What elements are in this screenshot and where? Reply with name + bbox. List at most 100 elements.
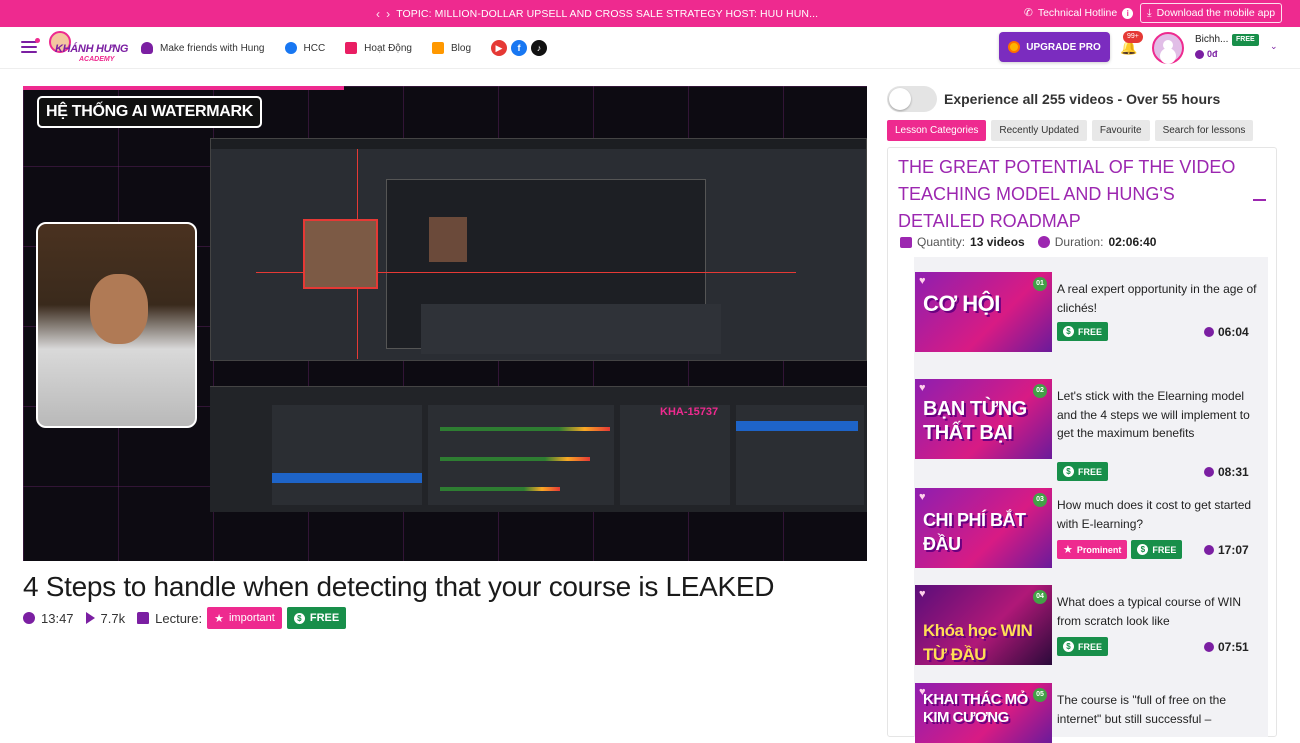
academy-logo[interactable]: KHÁNH HƯNG ACADEMY bbox=[45, 29, 129, 67]
clock-icon bbox=[1037, 236, 1050, 248]
lecturer-icon bbox=[137, 612, 150, 624]
tab-favourite[interactable]: Favourite bbox=[1091, 120, 1150, 141]
lesson-title[interactable]: How much does it cost to get started wit… bbox=[1057, 496, 1257, 533]
lesson-item[interactable]: ♥ CƠ HỘI 01 A real expert opportunity in… bbox=[915, 272, 1268, 354]
main-nav: Make friends with Hung HCC Hoạt Động Blo… bbox=[141, 40, 547, 56]
notification-count: 99+ bbox=[1123, 31, 1143, 43]
topic-text[interactable]: TOPIC: MILLION-DOLLAR UPSELL AND CROSS S… bbox=[396, 8, 818, 20]
tab-recently-updated[interactable]: Recently Updated bbox=[991, 120, 1087, 141]
video-stack-icon bbox=[900, 236, 912, 248]
video-presenter-camera bbox=[36, 222, 197, 428]
lesson-thumbnail[interactable]: ♥ CHI PHÍ BẮT ĐẦU 03 bbox=[915, 488, 1052, 568]
dollar-icon: $ bbox=[1063, 641, 1074, 652]
clock-icon bbox=[1204, 327, 1214, 337]
star-icon: ★ bbox=[1063, 544, 1073, 556]
avatar[interactable] bbox=[1152, 32, 1184, 64]
chevron-down-icon[interactable]: ⌄ bbox=[1270, 41, 1278, 52]
youtube-icon[interactable]: ▶ bbox=[491, 40, 507, 56]
download-icon: ⤓ bbox=[1147, 6, 1152, 19]
nav-make-friends[interactable]: Make friends with Hung bbox=[141, 42, 265, 54]
experience-toggle[interactable] bbox=[887, 86, 937, 112]
announcement-bar: ‹ › TOPIC: MILLION-DOLLAR UPSELL AND CRO… bbox=[0, 0, 1300, 27]
lesson-item[interactable]: ♥ KHAI THÁC MỎ KIM CƯƠNG 05 The course i… bbox=[915, 683, 1268, 743]
wallet-icon bbox=[1195, 49, 1204, 59]
tiktok-icon[interactable]: ♪ bbox=[531, 40, 547, 56]
lesson-category-panel: THE GREAT POTENTIAL OF THE VIDEO TEACHIN… bbox=[887, 147, 1277, 743]
dollar-icon: $ bbox=[1063, 326, 1074, 337]
play-icon bbox=[85, 612, 95, 624]
nav-blog[interactable]: Blog bbox=[431, 42, 471, 54]
lesson-thumbnail[interactable]: ♥ BẠN TỪNG THẤT BẠI 02 bbox=[915, 379, 1052, 459]
lesson-item[interactable]: ♥ BẠN TỪNG THẤT BẠI 02 Let's stick with … bbox=[915, 379, 1268, 481]
lesson-title[interactable]: Let's stick with the Elearning model and… bbox=[1057, 387, 1257, 443]
lesson-duration: 06:04 bbox=[1204, 325, 1249, 339]
free-badge: $ FREE bbox=[1057, 322, 1109, 341]
important-tag: ★ important bbox=[207, 607, 282, 629]
menu-icon[interactable] bbox=[21, 38, 40, 56]
video-watermark-code: KHA-15737 bbox=[660, 406, 719, 418]
experience-label: Experience all 255 videos - Over 55 hour… bbox=[944, 91, 1221, 107]
video-watermark-title: HỆ THỐNG AI WATERMARK bbox=[37, 96, 263, 128]
blog-icon bbox=[431, 42, 444, 54]
lesson-tabs: Lesson Categories Recently Updated Favou… bbox=[887, 120, 1254, 141]
nav-hcc[interactable]: HCC bbox=[284, 42, 325, 54]
star-icon: ★ bbox=[214, 612, 224, 625]
category-title[interactable]: THE GREAT POTENTIAL OF THE VIDEO TEACHIN… bbox=[898, 154, 1238, 235]
lesson-duration: 17:07 bbox=[1204, 543, 1249, 557]
free-badge: $ FREE bbox=[1131, 540, 1183, 559]
user-icon bbox=[141, 42, 153, 54]
hotline-label: Technical Hotline bbox=[1037, 7, 1118, 19]
lesson-thumbnail[interactable]: ♥ KHAI THÁC MỎ KIM CƯƠNG 05 bbox=[915, 683, 1052, 743]
upgrade-pro-button[interactable]: UPGRADE PRO bbox=[999, 32, 1110, 62]
coin-icon bbox=[1008, 41, 1021, 53]
heart-icon: ♥ bbox=[919, 588, 926, 600]
social-links: ▶ f ♪ bbox=[491, 40, 547, 56]
lesson-item[interactable]: ♥ CHI PHÍ BẮT ĐẦU 03 How much does it co… bbox=[915, 488, 1268, 570]
heart-icon: ♥ bbox=[919, 275, 926, 287]
free-badge: $ FREE bbox=[1057, 462, 1109, 481]
clock-icon bbox=[1204, 467, 1214, 477]
lesson-item[interactable]: ♥ Khóa học WIN TỪ ĐẦU 04 What does a typ… bbox=[915, 585, 1268, 667]
free-badge: $ FREE bbox=[1057, 637, 1109, 656]
download-label: Download the mobile app bbox=[1156, 7, 1276, 19]
nav-hoat-dong[interactable]: Hoạt Động bbox=[345, 42, 412, 54]
header: KHÁNH HƯNG ACADEMY Make friends with Hun… bbox=[0, 27, 1300, 69]
video-duration: 13:47 bbox=[41, 610, 74, 626]
lesson-title[interactable]: The course is "full of free on the inter… bbox=[1057, 691, 1257, 728]
lecture-label: Lecture: bbox=[155, 610, 203, 626]
chevron-right-icon[interactable]: › bbox=[386, 7, 390, 21]
lesson-title[interactable]: What does a typical course of WIN from s… bbox=[1057, 593, 1257, 630]
lesson-thumbnail[interactable]: ♥ CƠ HỘI 01 bbox=[915, 272, 1052, 352]
plan-badge: FREE bbox=[1232, 34, 1259, 46]
lesson-list: ♥ CƠ HỘI 01 A real expert opportunity in… bbox=[914, 257, 1268, 743]
video-meta: 13:47 7.7k Lecture: ★ important $ FREE bbox=[23, 607, 347, 629]
clock-icon bbox=[1204, 545, 1214, 555]
username[interactable]: Bichh... bbox=[1195, 34, 1228, 45]
topic-ticker[interactable]: ‹ › TOPIC: MILLION-DOLLAR UPSELL AND CRO… bbox=[376, 7, 818, 21]
technical-hotline[interactable]: ✆ Technical Hotline i bbox=[1024, 7, 1134, 19]
facebook-icon[interactable]: f bbox=[511, 40, 527, 56]
lesson-title[interactable]: A real expert opportunity in the age of … bbox=[1057, 280, 1257, 317]
tab-lesson-categories[interactable]: Lesson Categories bbox=[887, 120, 987, 141]
activity-icon bbox=[345, 42, 358, 54]
chevron-left-icon[interactable]: ‹ bbox=[376, 7, 380, 21]
video-player[interactable]: HỆ THỐNG AI WATERMARK KHA-15737 bbox=[23, 86, 867, 561]
video-obs-panel bbox=[210, 386, 867, 512]
facebook-icon bbox=[284, 42, 297, 54]
download-app-button[interactable]: ⤓ Download the mobile app bbox=[1140, 3, 1283, 23]
dollar-icon: $ bbox=[1063, 466, 1074, 477]
video-views: 7.7k bbox=[100, 610, 126, 626]
category-meta: Quantity: 13 videos Duration: 02:06:40 bbox=[900, 235, 1156, 249]
free-tag: $ FREE bbox=[286, 607, 347, 629]
heart-icon: ♥ bbox=[919, 491, 926, 503]
tab-search-lessons[interactable]: Search for lessons bbox=[1154, 120, 1254, 141]
video-progress-bar[interactable] bbox=[23, 86, 344, 90]
balance: 0đ bbox=[1195, 49, 1218, 59]
heart-icon: ♥ bbox=[919, 382, 926, 394]
dollar-icon: $ bbox=[293, 612, 305, 624]
lesson-thumbnail[interactable]: ♥ Khóa học WIN TỪ ĐẦU 04 bbox=[915, 585, 1052, 665]
info-icon[interactable]: i bbox=[1122, 7, 1134, 19]
video-title: 4 Steps to handle when detecting that yo… bbox=[23, 571, 775, 602]
video-screen-capture bbox=[210, 138, 867, 361]
collapse-icon[interactable] bbox=[1253, 199, 1266, 201]
